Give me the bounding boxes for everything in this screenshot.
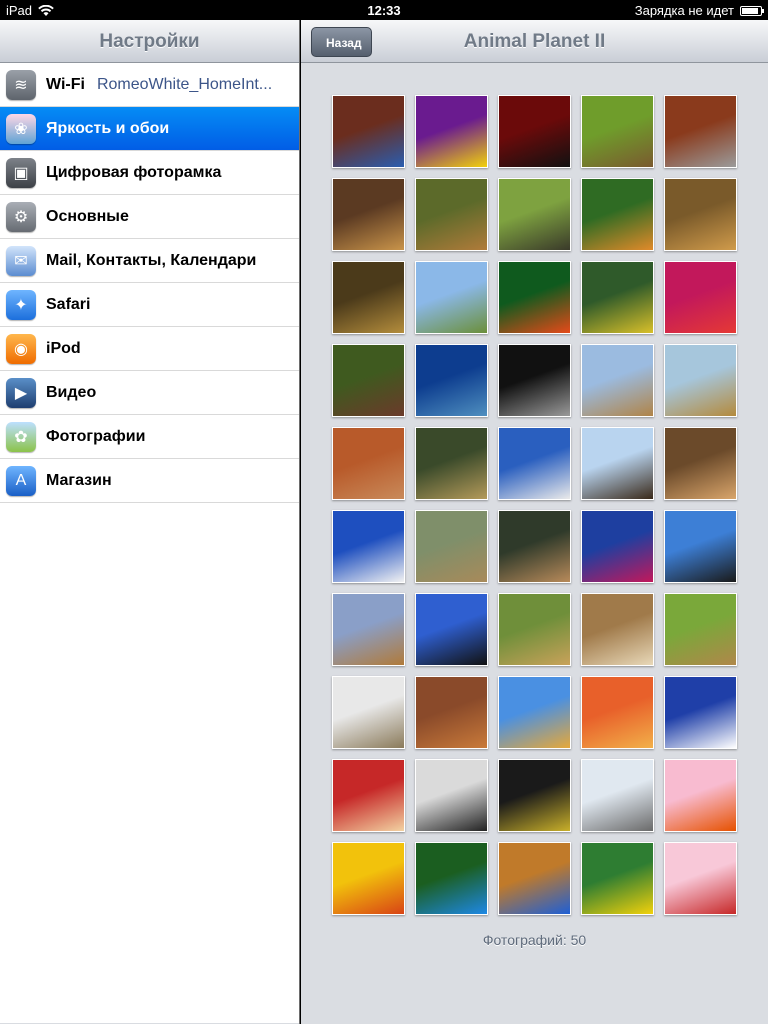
wallpaper-thumbnail-lions[interactable] bbox=[415, 178, 488, 251]
wallpaper-thumbnail-tiger[interactable] bbox=[581, 178, 654, 251]
wallpaper-thumbnail-prairie-dogs[interactable] bbox=[415, 510, 488, 583]
status-bar: iPad 12:33 Зарядка не идет bbox=[0, 0, 768, 20]
wallpaper-thumbnail-wolves-snow[interactable] bbox=[581, 759, 654, 832]
status-right: Зарядка не идет bbox=[634, 3, 764, 18]
wallpaper-thumbnail-white-tiger[interactable] bbox=[415, 759, 488, 832]
wallpaper-thumbnail-rainbow[interactable] bbox=[415, 261, 488, 334]
wallpaper-thumbnail-groundhog[interactable] bbox=[581, 95, 654, 168]
settings-sidebar: Настройки ≋ Wi-Fi RomeoWhite_HomeInt... ❀ Яр… bbox=[0, 20, 300, 1024]
settings-list: ≋ Wi-Fi RomeoWhite_HomeInt... ❀ Яркость и об… bbox=[0, 63, 299, 1023]
wallpaper-thumbnail-sea-turtle[interactable] bbox=[415, 344, 488, 417]
wallpaper-thumbnail-cubs[interactable] bbox=[498, 510, 571, 583]
settings-item-label: iPod bbox=[46, 339, 81, 357]
wallpaper-thumbnail-leopard-rest[interactable] bbox=[415, 427, 488, 500]
sidebar-title: Настройки bbox=[99, 31, 200, 52]
wallpaper-thumbnail-poison-frog[interactable] bbox=[664, 261, 737, 334]
settings-item-label: Основные bbox=[46, 207, 129, 225]
wallpaper-thumbnail-moon-deer[interactable] bbox=[498, 344, 571, 417]
battery-fill bbox=[742, 7, 759, 14]
wallpaper-thumbnail-meerkats[interactable] bbox=[664, 593, 737, 666]
app-store-icon: A bbox=[6, 465, 36, 496]
mail-icon: ✉ bbox=[6, 245, 36, 276]
wallpaper-thumbnail-lion-family[interactable] bbox=[664, 178, 737, 251]
wallpaper-thumbnail-blue-butterfly[interactable] bbox=[415, 842, 488, 915]
album-title: Animal Planet II bbox=[463, 31, 606, 52]
settings-item[interactable]: ✉ Mail, Контакты, Календари bbox=[0, 239, 299, 283]
wallpaper-thumbnail-bald-eagles[interactable] bbox=[581, 427, 654, 500]
wallpaper-thumbnail-black-panther-eyes[interactable] bbox=[498, 759, 571, 832]
wallpaper-thumbnail-tree-frog[interactable] bbox=[498, 261, 571, 334]
settings-item-label: Safari bbox=[46, 295, 91, 313]
settings-item-value: RomeoWhite_HomeInt... bbox=[96, 75, 273, 93]
settings-item[interactable]: ▶ Видео bbox=[0, 371, 299, 415]
settings-item[interactable]: ✿ Фотографии bbox=[0, 415, 299, 459]
wallpaper-thumbnail-turkey[interactable] bbox=[332, 344, 405, 417]
wallpaper-thumbnail-black-panther[interactable] bbox=[498, 95, 571, 168]
wallpaper-thumbnail-lion-sunset[interactable] bbox=[581, 676, 654, 749]
album-navbar: Назад Animal Planet II bbox=[301, 20, 768, 63]
sunflower-icon: ✿ bbox=[6, 421, 36, 452]
wallpaper-thumbnail-mountain-goats[interactable] bbox=[332, 510, 405, 583]
video-icon: ▶ bbox=[6, 377, 36, 408]
sidebar-empty-area bbox=[0, 503, 299, 1023]
wallpaper-thumbnail-snow-leopard[interactable] bbox=[332, 676, 405, 749]
settings-item[interactable]: A Магазин bbox=[0, 459, 299, 503]
wallpaper-thumbnail-butterfly-flowers[interactable] bbox=[664, 759, 737, 832]
wallpaper-thumbnail-goldfinch[interactable] bbox=[415, 95, 488, 168]
settings-item-label: Яркость и обои bbox=[46, 119, 170, 137]
wallpaper-thumbnail-leopard[interactable] bbox=[332, 261, 405, 334]
wallpaper-thumbnail-eagle-wings[interactable] bbox=[415, 593, 488, 666]
settings-item[interactable]: ⚙ Основные bbox=[0, 195, 299, 239]
settings-item[interactable]: ❀ Яркость и обои bbox=[0, 107, 299, 151]
wallpaper-thumbnail-lion-cub[interactable] bbox=[332, 178, 405, 251]
wallpaper-thumbnail-cougar[interactable] bbox=[332, 427, 405, 500]
wallpaper-thumbnail-lion-cubs[interactable] bbox=[581, 344, 654, 417]
wallpaper-thumbnail-cheetah[interactable] bbox=[498, 676, 571, 749]
battery-icon bbox=[740, 5, 764, 16]
wallpaper-thumbnail-turtles[interactable] bbox=[498, 178, 571, 251]
settings-item-label: Фотографии bbox=[46, 427, 146, 445]
settings-item-label: Wi-Fi bbox=[46, 75, 85, 93]
settings-item[interactable]: ✦ Safari bbox=[0, 283, 299, 327]
settings-item[interactable]: ≋ Wi-Fi RomeoWhite_HomeInt... bbox=[0, 63, 299, 107]
wifi-icon: ≋ bbox=[6, 69, 36, 100]
wallpaper-thumbnail-owls[interactable] bbox=[581, 593, 654, 666]
wallpaper-thumbnail-blue-bird[interactable] bbox=[498, 842, 571, 915]
battery-status-text: Зарядка не идет bbox=[634, 3, 734, 18]
compass-icon: ✦ bbox=[6, 289, 36, 320]
wallpaper-thumbnail-eagle-flight[interactable] bbox=[664, 510, 737, 583]
settings-item-label: Цифровая фоторамка bbox=[46, 163, 222, 181]
wallpaper-thumbnail-wolf[interactable] bbox=[664, 95, 737, 168]
sidebar-navbar: Настройки bbox=[0, 20, 299, 63]
settings-item[interactable]: ◉ iPod bbox=[0, 327, 299, 371]
brightness-icon: ❀ bbox=[6, 113, 36, 144]
settings-item-label: Mail, Контакты, Календари bbox=[46, 251, 257, 269]
wallpaper-thumbnail-leopard-tree[interactable] bbox=[664, 344, 737, 417]
wallpaper-album-panel: Назад Animal Planet II Фотографий: 50 bbox=[301, 20, 768, 1024]
settings-item-label: Видео bbox=[46, 383, 97, 401]
picture-frame-icon: ▣ bbox=[6, 157, 36, 188]
settings-item-label: Магазин bbox=[46, 471, 112, 489]
wallpaper-thumbnail-cheetah-cubs[interactable] bbox=[498, 593, 571, 666]
wallpaper-thumbnail-cardinal[interactable] bbox=[664, 842, 737, 915]
wallpaper-thumbnail-bird-nest[interactable] bbox=[581, 261, 654, 334]
wallpaper-thumbnail-eagle-sea[interactable] bbox=[664, 676, 737, 749]
wallpaper-thumbnail-canyon-cougar[interactable] bbox=[415, 676, 488, 749]
settings-item[interactable]: ▣ Цифровая фоторамка bbox=[0, 151, 299, 195]
photo-count: Фотографий: 50 bbox=[482, 932, 587, 948]
ipod-icon: ◉ bbox=[6, 333, 36, 364]
wallpaper-thumbnail-bluebird[interactable] bbox=[332, 95, 405, 168]
wallpaper-thumbnail-eagles-branch[interactable] bbox=[498, 427, 571, 500]
wallpaper-thumbnail-hummingbird[interactable] bbox=[581, 510, 654, 583]
gear-icon: ⚙ bbox=[6, 201, 36, 232]
wallpaper-thumbnail-kitten-puppy[interactable] bbox=[332, 759, 405, 832]
wallpaper-thumbnail-goldfinch-branch[interactable] bbox=[581, 842, 654, 915]
wallpaper-thumbnail-cougar-cub[interactable] bbox=[664, 427, 737, 500]
wallpaper-thumbnail-monarch-butterfly[interactable] bbox=[332, 842, 405, 915]
wallpaper-thumbnail-cougar-sky[interactable] bbox=[332, 593, 405, 666]
